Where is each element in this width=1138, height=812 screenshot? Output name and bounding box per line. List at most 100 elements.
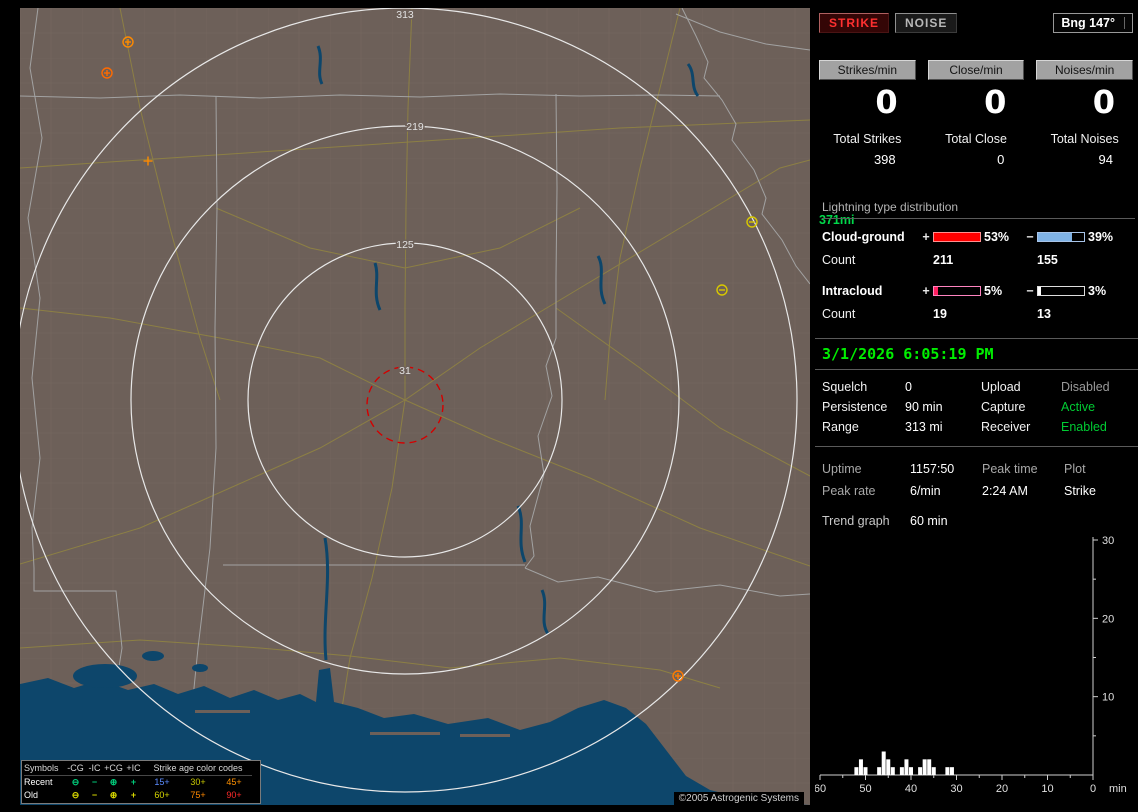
legend-col-ncg: -CG xyxy=(66,762,85,776)
ic-negative-percent: 3% xyxy=(1088,283,1107,298)
svg-text:20: 20 xyxy=(996,783,1008,795)
copyright-text: ©2005 Astrogenic Systems xyxy=(673,792,804,805)
total-strikes-value: 398 xyxy=(873,152,896,167)
ring-label-313: 313 xyxy=(396,9,414,21)
legend-old-label: Old xyxy=(24,790,39,800)
strikes-per-min-value: 0 xyxy=(875,83,898,121)
age-60: 60+ xyxy=(154,790,170,800)
svg-text:20: 20 xyxy=(1102,613,1114,625)
settings-section: Squelch 0 Upload Disabled Persistence 90… xyxy=(815,377,1138,447)
total-strikes-label: Total Strikes xyxy=(833,132,902,146)
old-neg-cg-icon: ⊖ xyxy=(71,790,80,800)
strikes-per-min-button[interactable]: Strikes/min xyxy=(819,60,916,80)
svg-text:10: 10 xyxy=(1102,692,1114,704)
uptime-label: Uptime xyxy=(822,462,862,476)
range-label: Range xyxy=(822,420,859,434)
cg-positive-bar xyxy=(933,231,981,242)
close-per-min-button[interactable]: Close/min xyxy=(927,60,1025,80)
peak-time-value: 2:24 AM xyxy=(982,484,1028,498)
ring-label-219: 219 xyxy=(406,121,424,133)
old-pos-cg-icon: ⊕ xyxy=(109,790,118,800)
rate-counters: Strikes/min 0 Total Strikes 398 Close/mi… xyxy=(819,60,1133,167)
total-noises-label: Total Noises xyxy=(1050,132,1119,146)
bearing-readout: Bng 147° 371mi xyxy=(819,13,1133,227)
peak-rate-value: 6/min xyxy=(910,484,941,498)
persistence-label: Persistence xyxy=(822,400,888,414)
datetime-display: 3/1/2026 6:05:19 PM xyxy=(815,338,1138,370)
legend-recent-label: Recent xyxy=(24,777,53,787)
cg-negative-bar xyxy=(1037,231,1085,242)
cg-negative-percent: 39% xyxy=(1088,229,1114,244)
legend-col-nic: -IC xyxy=(85,762,104,776)
uptime-value: 1157:50 xyxy=(910,462,955,476)
distribution-title: Lightning type distribution xyxy=(822,200,1135,219)
old-neg-ic-icon: − xyxy=(91,790,98,800)
svg-text:min: min xyxy=(1109,783,1127,795)
noise-mode-button[interactable]: NOISE xyxy=(895,13,958,33)
legend-symbols-header: Symbols xyxy=(24,762,66,776)
strike-mode-button[interactable]: STRIKE xyxy=(819,13,890,33)
ic-negative-count: 13 xyxy=(1037,306,1051,321)
upload-value: Disabled xyxy=(1061,380,1110,394)
capture-value: Active xyxy=(1061,400,1096,414)
minus-sign: − xyxy=(1026,283,1034,298)
cg-negative-group: − 39% xyxy=(1026,230,1130,244)
right-panel: STRIKE NOISE Bng 147° 371mi Strikes/min … xyxy=(815,0,1138,812)
age-90: 90+ xyxy=(226,790,242,800)
close-per-min-value: 0 xyxy=(984,83,1007,121)
intracloud-row: Intracloud + 5% − 3% xyxy=(815,279,1138,302)
total-close-label: Total Close xyxy=(945,132,1007,146)
total-noises-value: 94 xyxy=(1098,152,1113,167)
age-45: 45+ xyxy=(226,777,242,787)
legend-col-pic: +IC xyxy=(123,762,144,776)
minus-sign: − xyxy=(1026,229,1034,244)
intracloud-count-row: Count 19 13 xyxy=(815,302,1138,325)
total-close-value: 0 xyxy=(997,152,1005,167)
trend-graph: 10 20 30 60 50 40 30 20 10 0 min xyxy=(815,535,1127,795)
ic-count-label: Count xyxy=(822,306,856,321)
lightning-map[interactable]: 313 219 125 31 xyxy=(20,8,810,805)
recent-neg-ic-icon: − xyxy=(91,777,98,787)
plot-label: Plot xyxy=(1064,462,1086,476)
receiver-label: Receiver xyxy=(981,420,1031,434)
svg-text:60: 60 xyxy=(815,783,826,795)
squelch-value: 0 xyxy=(905,380,912,394)
ic-negative-group: − 3% xyxy=(1026,284,1130,298)
ic-positive-bar xyxy=(933,285,981,296)
svg-text:40: 40 xyxy=(905,783,917,795)
cloud-ground-count-row: Count 211 155 xyxy=(815,248,1138,271)
squelch-label: Squelch xyxy=(822,380,868,394)
svg-text:0: 0 xyxy=(1090,783,1096,795)
noises-per-min-value: 0 xyxy=(1092,83,1115,121)
cg-negative-count: 155 xyxy=(1037,252,1058,267)
svg-text:30: 30 xyxy=(1102,535,1114,547)
cloud-ground-label: Cloud-ground xyxy=(822,229,905,244)
trend-graph-label: Trend graph xyxy=(822,514,890,528)
age-30: 30+ xyxy=(190,777,206,787)
bearing-divider xyxy=(1124,17,1125,29)
bearing-value: Bng 147° xyxy=(1061,16,1115,30)
age-75: 75+ xyxy=(190,790,206,800)
old-pos-ic-icon: + xyxy=(130,790,137,800)
plus-sign: + xyxy=(922,229,930,244)
app-root: 313 219 125 31 Symbols -CG -IC +CG +IC S… xyxy=(0,0,1138,812)
cloud-ground-row: Cloud-ground + 53% − 39% xyxy=(815,225,1138,248)
recent-pos-cg-icon: ⊕ xyxy=(109,777,118,787)
legend-age-header: Strike age color codes xyxy=(144,762,252,776)
upload-label: Upload xyxy=(981,380,1021,394)
ic-positive-percent: 5% xyxy=(984,283,1003,298)
ring-label-125: 125 xyxy=(396,239,414,251)
mode-button-row: STRIKE NOISE Bng 147° 371mi xyxy=(819,13,1133,227)
persistence-value: 90 min xyxy=(905,400,943,414)
intracloud-label: Intracloud xyxy=(822,283,883,298)
receiver-value: Enabled xyxy=(1061,420,1107,434)
capture-label: Capture xyxy=(981,400,1026,414)
svg-text:50: 50 xyxy=(859,783,871,795)
ic-positive-count: 19 xyxy=(933,306,947,321)
noises-counter-column: Noises/min 0 Total Noises 94 xyxy=(1036,60,1133,167)
peak-time-label: Peak time xyxy=(982,462,1038,476)
recent-neg-cg-icon: ⊖ xyxy=(71,777,80,787)
noises-per-min-button[interactable]: Noises/min xyxy=(1036,60,1133,80)
plus-sign: + xyxy=(922,283,930,298)
cg-positive-group: + 53% xyxy=(922,230,1026,244)
